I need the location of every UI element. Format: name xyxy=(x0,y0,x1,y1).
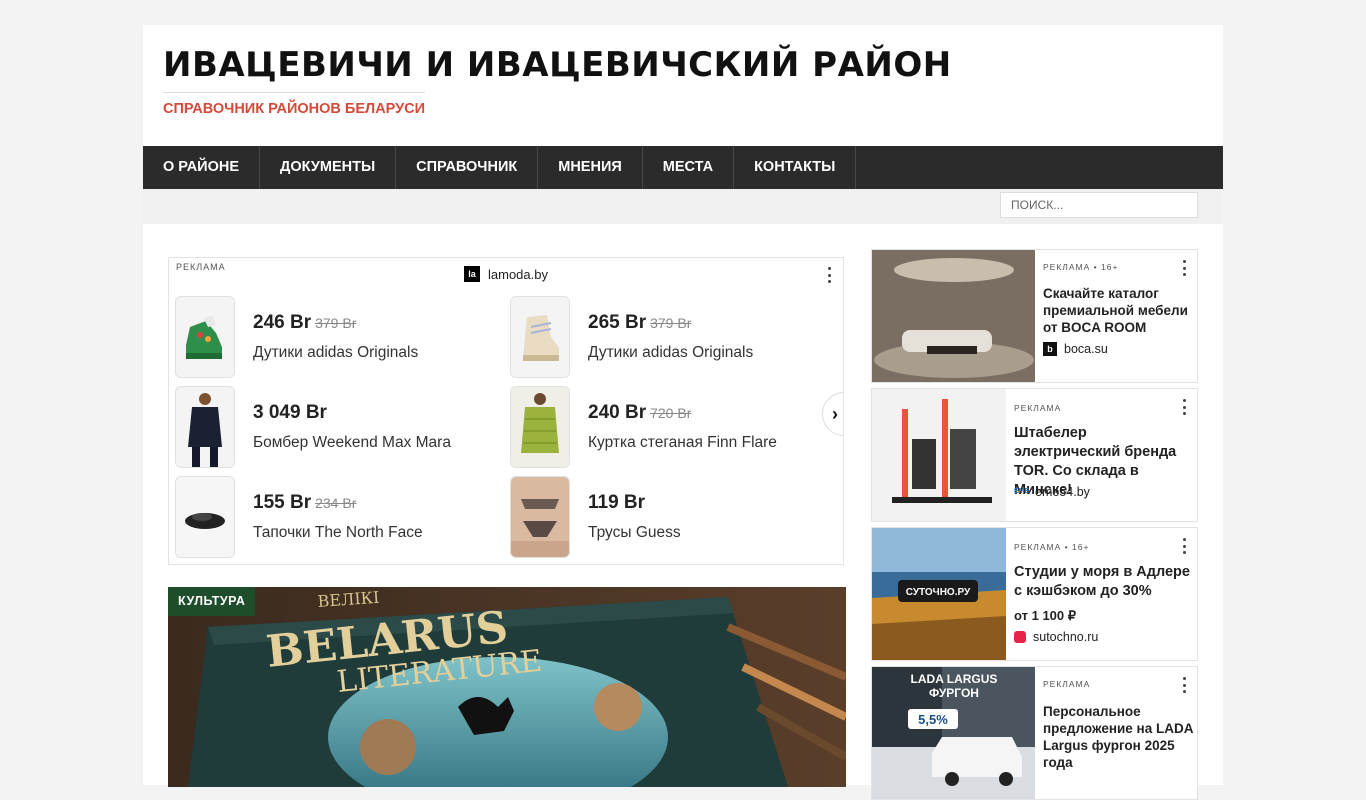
product-name: Дутики adidas Originals xyxy=(253,344,419,361)
ad-menu-icon[interactable] xyxy=(1182,260,1186,276)
ad-brand-name: lamoda.by xyxy=(488,266,548,282)
ad-card-lada[interactable]: LADA LARGUS ФУРГОН 5,5% РЕКЛАМА Персонал… xyxy=(871,666,1198,800)
ad-label: РЕКЛАМА • 16+ xyxy=(1043,262,1119,272)
product-card[interactable]: 155 Br 234 Br Тапочки The North Face xyxy=(175,476,505,560)
site-title[interactable]: ИВАЦЕВИЧИ И ИВАЦЕВИЧСКИЙ РАЙОН xyxy=(163,45,952,85)
ad-menu-icon[interactable] xyxy=(1182,399,1186,415)
product-price: 246 Br 379 Br xyxy=(253,312,357,333)
ad-image-lada-van: LADA LARGUS ФУРГОН 5,5% xyxy=(872,667,1035,799)
ad-brand[interactable]: la lamoda.by xyxy=(464,266,548,282)
product-name: Тапочки The North Face xyxy=(253,524,423,541)
sutochno-image-text: СУТОЧНО.РУ xyxy=(906,587,971,598)
product-price: 119 Br xyxy=(588,492,646,513)
product-price: 240 Br 720 Br xyxy=(588,402,692,423)
ad-title: Персональное предложение на LADA Largus … xyxy=(1043,704,1193,770)
product-name: Трусы Guess xyxy=(588,524,681,541)
product-price: 155 Br 234 Br xyxy=(253,492,357,513)
product-image-bomber xyxy=(175,386,235,468)
ad-card-eme[interactable]: РЕКЛАМА Штабелер электрический бренда TO… xyxy=(871,388,1198,522)
nav-item-documents[interactable]: ДОКУМЕНТЫ xyxy=(260,146,397,189)
product-image-green-jacket xyxy=(510,386,570,468)
boca-logo-icon: b xyxy=(1043,342,1057,356)
featured-article[interactable]: КУЛЬТУРА ВЕЛІКІ BELARUS LITERATURE xyxy=(168,587,846,787)
product-image-slippers xyxy=(175,476,235,558)
nav-item-contacts[interactable]: КОНТАКТЫ xyxy=(734,146,857,189)
ad-title: Студии у моря в Адлере с кэшбэком до 30% xyxy=(1014,564,1190,599)
product-card[interactable]: 240 Br 720 Br Куртка стеганая Finn Flare xyxy=(510,386,840,470)
article-image: ВЕЛІКІ BELARUS LITERATURE xyxy=(168,587,846,787)
ad-card-sutochno[interactable]: СУТОЧНО.РУ РЕКЛАМА • 16+ Студии у моря в… xyxy=(871,527,1198,661)
ad-label: РЕКЛАМА • 16+ xyxy=(1014,542,1090,552)
search-bar xyxy=(143,189,1223,224)
category-badge[interactable]: КУЛЬТУРА xyxy=(168,587,256,616)
ad-price: от 1 100 ₽ xyxy=(1014,608,1077,623)
ad-domain[interactable]: EME eme54.by xyxy=(1014,485,1090,499)
lada-text-3: 5,5% xyxy=(918,712,948,727)
ad-label: РЕКЛАМА xyxy=(1043,679,1091,689)
nav-item-places[interactable]: МЕСТА xyxy=(643,146,735,189)
search-input[interactable] xyxy=(1000,192,1198,218)
product-card[interactable]: 3 049 Br Бомбер Weekend Max Mara xyxy=(175,386,505,470)
eme-logo-icon: EME xyxy=(1014,488,1030,495)
ad-image-stacker xyxy=(872,389,1006,521)
product-card[interactable]: 246 Br 379 Br Дутики adidas Originals xyxy=(175,296,505,380)
product-image-beige-boots xyxy=(510,296,570,378)
nav-item-directory[interactable]: СПРАВОЧНИК xyxy=(396,146,539,189)
product-name: Дутики adidas Originals xyxy=(588,344,754,361)
ad-menu-icon[interactable] xyxy=(827,267,831,283)
product-price: 265 Br 379 Br xyxy=(588,312,692,333)
main-nav: О РАЙОНЕ ДОКУМЕНТЫ СПРАВОЧНИК МНЕНИЯ МЕС… xyxy=(143,146,1223,189)
product-name: Бомбер Weekend Max Mara xyxy=(253,434,451,451)
product-price: 3 049 Br xyxy=(253,402,327,423)
ad-domain[interactable]: b boca.su xyxy=(1043,342,1108,356)
sutochno-logo-icon xyxy=(1014,631,1026,643)
nav-item-opinions[interactable]: МНЕНИЯ xyxy=(538,146,643,189)
ad-title: Скачайте каталог премиальной мебели от B… xyxy=(1043,286,1188,335)
ad-label: РЕКЛАМА xyxy=(176,262,226,272)
ad-block-lamoda[interactable]: РЕКЛАМА la lamoda.by 246 Br 379 Br Дутики… xyxy=(168,257,844,565)
product-image-green-boots xyxy=(175,296,235,378)
lada-text-2: ФУРГОН xyxy=(929,686,979,700)
page-container: ИВАЦЕВИЧИ И ИВАЦЕВИЧСКИЙ РАЙОН СПРАВОЧНИ… xyxy=(143,25,1223,800)
ad-menu-icon[interactable] xyxy=(1182,677,1186,693)
product-name: Куртка стеганая Finn Flare xyxy=(588,434,777,451)
ad-image-seaside: СУТОЧНО.РУ xyxy=(872,528,1006,660)
site-tagline: СПРАВОЧНИК РАЙОНОВ БЕЛАРУСИ xyxy=(163,92,426,117)
ad-label: РЕКЛАМА xyxy=(1014,403,1062,413)
product-card[interactable]: 265 Br 379 Br Дутики adidas Originals xyxy=(510,296,840,380)
product-card[interactable]: 119 Br Трусы Guess xyxy=(510,476,840,560)
nav-item-about[interactable]: О РАЙОНЕ xyxy=(143,146,261,189)
ad-menu-icon[interactable] xyxy=(1182,538,1186,554)
ad-card-boca[interactable]: РЕКЛАМА • 16+ Скачайте каталог премиальн… xyxy=(871,249,1198,383)
ad-image-furniture xyxy=(872,250,1035,382)
ad-domain[interactable]: sutochno.ru xyxy=(1014,630,1098,644)
lamoda-logo-icon: la xyxy=(464,266,480,282)
product-image-underwear xyxy=(510,476,570,558)
lada-text-1: LADA LARGUS xyxy=(911,672,998,686)
